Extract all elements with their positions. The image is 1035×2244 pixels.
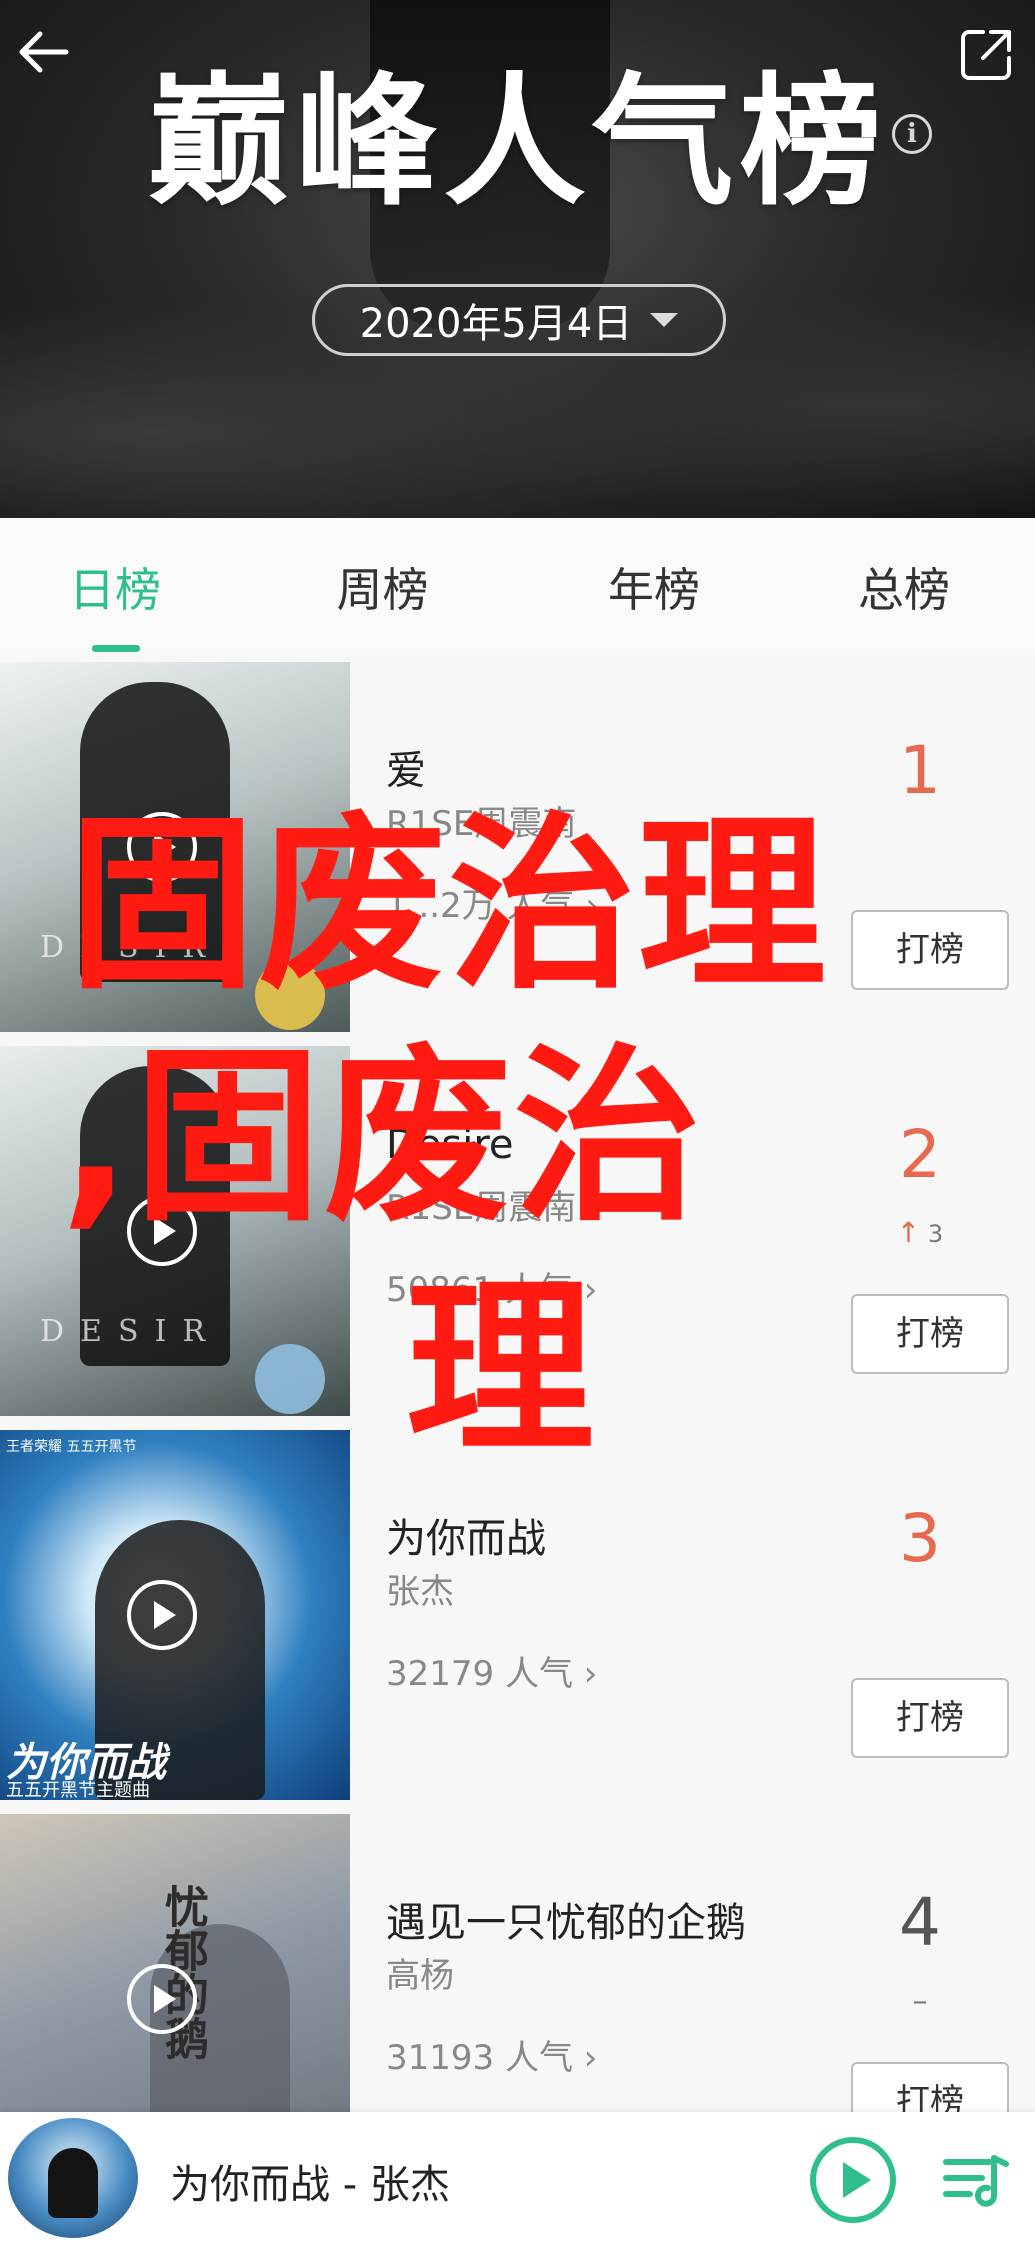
rank-number: 3 (899, 1500, 941, 1577)
page-title: 巅峰人气榜 (147, 60, 888, 225)
song-title[interactable]: 爱 (386, 738, 426, 796)
tab-daily[interactable]: 日榜 (0, 518, 230, 652)
chevron-right-icon: › (583, 1654, 598, 1694)
date-label: 2020年5月4日 (359, 301, 633, 347)
song-title[interactable]: Desire (386, 1122, 514, 1168)
song-artist: R1SE周震南 (386, 804, 577, 844)
chevron-right-icon: › (585, 886, 599, 926)
rank-number: 2 (899, 1116, 941, 1193)
chart-tabs: 日榜 周榜 年榜 总榜 (0, 518, 1035, 654)
rank-change: – (912, 1984, 928, 2019)
cover-brand: DESIR (40, 930, 221, 965)
now-playing-label[interactable]: 为你而战 - 张杰 (170, 2152, 450, 2210)
popularity-link[interactable]: 32179 人气 › (386, 1646, 597, 1695)
popularity-link[interactable]: 50861 人气 › (386, 1262, 597, 1311)
rank-number: 1 (899, 732, 941, 809)
play-icon[interactable] (127, 1580, 197, 1650)
song-artist: 高杨 (386, 1956, 454, 1996)
vote-button[interactable]: 打榜 (851, 1294, 1009, 1374)
cover-brand: DESIR (40, 1314, 221, 1349)
info-icon[interactable]: i (892, 114, 932, 154)
rank-number: 4 (899, 1884, 941, 1961)
arrow-up-icon: ↑ (896, 1216, 921, 1249)
tab-yearly[interactable]: 年榜 (535, 518, 773, 652)
active-tab-indicator (92, 645, 140, 652)
play-icon[interactable] (810, 2137, 896, 2223)
play-icon[interactable] (127, 1196, 197, 1266)
play-icon[interactable] (127, 1964, 197, 2034)
cover-badge (255, 960, 325, 1030)
mini-player[interactable]: 为你而战 - 张杰 (0, 2112, 1035, 2244)
song-artist: R1SE周震南 (386, 1188, 577, 1228)
list-item[interactable]: 王者荣耀 五五开黑节 为你而战 五五开黑节主题曲 为你而战 张杰 32179 人… (0, 1420, 1035, 1806)
tab-weekly[interactable]: 周榜 (230, 518, 535, 652)
vote-button[interactable]: 打榜 (851, 1678, 1009, 1758)
cover-top-banner: 王者荣耀 五五开黑节 (6, 1439, 137, 1455)
popularity-link[interactable]: 1...2万 人气 › (386, 878, 599, 927)
header-background-foliage (0, 230, 1035, 518)
song-title[interactable]: 为你而战 (386, 1506, 546, 1564)
cover-subtitle: 五五开黑节主题曲 (6, 1780, 150, 1800)
playlist-icon[interactable] (940, 2146, 1010, 2216)
song-artist: 张杰 (386, 1572, 454, 1612)
rank-change: ↑ 3 (896, 1216, 944, 1249)
popularity-link[interactable]: 31193 人气 › (386, 2030, 597, 2079)
play-icon[interactable] (127, 812, 197, 882)
list-item[interactable]: DESIR Desire R1SE周震南 50861 人气 › 2 ↑ 3 打榜 (0, 1036, 1035, 1422)
chevron-down-icon (650, 313, 679, 327)
chevron-right-icon: › (583, 2038, 598, 2078)
chart-header: 巅峰人气榜 i 2020年5月4日 (0, 0, 1035, 518)
song-title[interactable]: 遇见一只忧郁的企鹅 (386, 1890, 746, 1948)
cover-badge (255, 1344, 325, 1414)
tab-total[interactable]: 总榜 (773, 518, 1035, 652)
chevron-right-icon: › (583, 1270, 598, 1310)
now-playing-cover[interactable] (8, 2118, 138, 2238)
album-cover[interactable]: DESIR (0, 1046, 350, 1416)
vote-button[interactable]: 打榜 (851, 910, 1009, 990)
list-item[interactable]: DESIR 爱 R1SE周震南 1...2万 人气 › 1 打榜 (0, 652, 1035, 1038)
album-cover[interactable]: 王者荣耀 五五开黑节 为你而战 五五开黑节主题曲 (0, 1430, 350, 1800)
album-cover[interactable]: DESIR (0, 662, 350, 1032)
date-selector[interactable]: 2020年5月4日 (312, 284, 726, 356)
